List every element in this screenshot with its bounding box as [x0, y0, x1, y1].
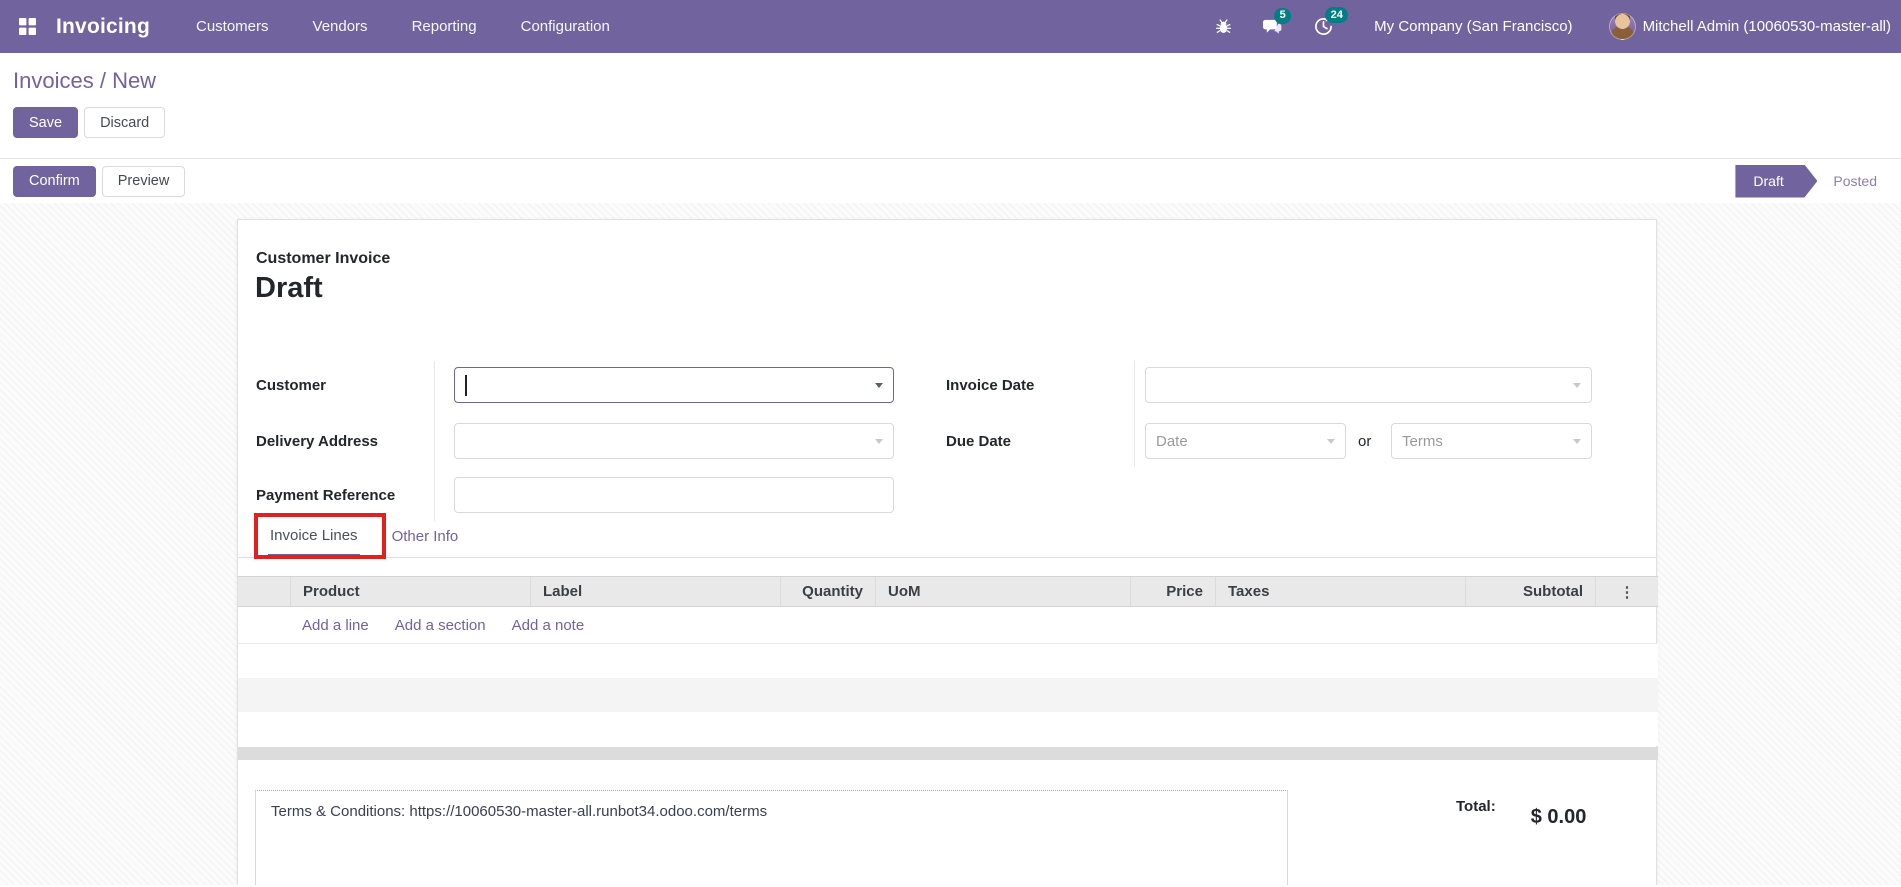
- payment-reference-input[interactable]: [454, 477, 894, 513]
- company-switcher[interactable]: My Company (San Francisco): [1374, 18, 1572, 35]
- invoice-lines-header: Product Label Quantity UoM Price Taxes S…: [238, 576, 1658, 607]
- chevron-down-icon[interactable]: [875, 382, 883, 388]
- empty-row: [238, 678, 1658, 712]
- document-state-title: Draft: [255, 272, 323, 304]
- menu-reporting[interactable]: Reporting: [412, 18, 477, 35]
- col-product[interactable]: Product: [290, 577, 530, 606]
- invoice-sheet: Customer Invoice Draft Customer Delivery…: [237, 219, 1658, 885]
- breadcrumb-separator: /: [93, 68, 113, 93]
- stage-posted[interactable]: Posted: [1833, 173, 1877, 189]
- empty-row: [238, 712, 1658, 746]
- chevron-down-icon[interactable]: [1573, 382, 1581, 388]
- breadcrumb-invoices[interactable]: Invoices: [13, 68, 94, 93]
- chevron-down-icon[interactable]: [1573, 438, 1581, 444]
- messages-badge: 5: [1274, 7, 1292, 24]
- terms-textarea[interactable]: Terms & Conditions: https://10060530-mas…: [255, 790, 1288, 885]
- breadcrumb: Invoices / New: [13, 68, 1901, 94]
- form-statusbar: Confirm Preview Draft Posted: [0, 159, 1901, 203]
- app-title: Invoicing: [56, 14, 150, 38]
- control-panel-buttons: Save Discard: [13, 107, 1901, 138]
- add-a-note-link[interactable]: Add a note: [512, 617, 585, 634]
- col-subtotal[interactable]: Subtotal: [1465, 577, 1595, 606]
- user-menu[interactable]: Mitchell Admin (10060530-master-all): [1608, 13, 1891, 40]
- navbar-right: 5 24 My Company (San Francisco) Mitchell…: [1185, 7, 1891, 40]
- customer-input[interactable]: [454, 367, 894, 403]
- save-button[interactable]: Save: [13, 107, 79, 138]
- col-taxes[interactable]: Taxes: [1215, 577, 1465, 606]
- preview-button[interactable]: Preview: [101, 165, 186, 197]
- messages-icon[interactable]: 5: [1262, 7, 1292, 37]
- top-navbar: Invoicing Customers Vendors Reporting Co…: [0, 0, 1901, 53]
- payment-reference-label: Payment Reference: [256, 486, 396, 504]
- text-cursor: [465, 374, 467, 396]
- tab-other-info[interactable]: Other Info: [390, 516, 461, 557]
- add-a-line-link[interactable]: Add a line: [302, 617, 369, 634]
- bug-icon[interactable]: [1215, 17, 1232, 36]
- activities-icon[interactable]: 24: [1313, 7, 1349, 37]
- col-quantity[interactable]: Quantity: [780, 577, 875, 606]
- col-uom[interactable]: UoM: [875, 577, 1130, 606]
- delivery-address-input[interactable]: [454, 423, 894, 459]
- due-date-label: Due Date: [946, 432, 1012, 450]
- delivery-address-label: Delivery Address: [256, 432, 379, 450]
- optional-columns-cell: ⋮: [1595, 577, 1658, 606]
- handle-column: [238, 577, 290, 606]
- menu-vendors[interactable]: Vendors: [313, 18, 368, 35]
- main-menu: Customers Vendors Reporting Configuratio…: [196, 18, 610, 35]
- breadcrumb-current: New: [112, 68, 157, 93]
- due-date-input[interactable]: Date: [1145, 423, 1346, 459]
- tab-invoice-lines[interactable]: Invoice Lines: [268, 516, 360, 557]
- notebook-tabs: Invoice Lines Other Info: [238, 516, 1656, 558]
- confirm-button[interactable]: Confirm: [13, 165, 96, 197]
- totals-block: Total: $ 0.00: [1456, 792, 1586, 829]
- invoice-date-label: Invoice Date: [946, 376, 1035, 394]
- invoice-date-input[interactable]: [1145, 367, 1592, 403]
- form-view-background: Customer Invoice Draft Customer Delivery…: [0, 203, 1901, 885]
- apps-grid-icon[interactable]: [12, 12, 42, 42]
- col-price[interactable]: Price: [1130, 577, 1215, 606]
- col-label[interactable]: Label: [530, 577, 780, 606]
- total-label: Total:: [1456, 798, 1496, 815]
- optional-columns-icon[interactable]: ⋮: [1620, 583, 1635, 601]
- user-name: Mitchell Admin (10060530-master-all): [1642, 18, 1891, 35]
- label-field-separator-left: [434, 361, 435, 521]
- chevron-down-icon[interactable]: [875, 438, 883, 444]
- customer-label: Customer: [256, 376, 327, 394]
- or-label: or: [1358, 432, 1372, 450]
- stage-draft[interactable]: Draft: [1735, 165, 1817, 198]
- discard-button[interactable]: Discard: [84, 107, 166, 138]
- payment-terms-select[interactable]: Terms: [1391, 423, 1592, 459]
- activities-badge: 24: [1325, 7, 1349, 24]
- document-type-label: Customer Invoice: [256, 250, 391, 267]
- horizontal-scrollbar[interactable]: [238, 747, 1658, 760]
- label-field-separator-right: [1134, 361, 1135, 467]
- add-a-section-link[interactable]: Add a section: [395, 617, 486, 634]
- total-amount: $ 0.00: [1530, 806, 1587, 828]
- add-line-row: Add a line Add a section Add a note: [238, 608, 1658, 644]
- chevron-down-icon[interactable]: [1327, 438, 1335, 444]
- stage-indicator: Draft Posted: [1735, 165, 1877, 198]
- avatar: [1608, 13, 1636, 40]
- empty-row: [238, 644, 1658, 678]
- menu-configuration[interactable]: Configuration: [521, 18, 610, 35]
- menu-customers[interactable]: Customers: [196, 18, 269, 35]
